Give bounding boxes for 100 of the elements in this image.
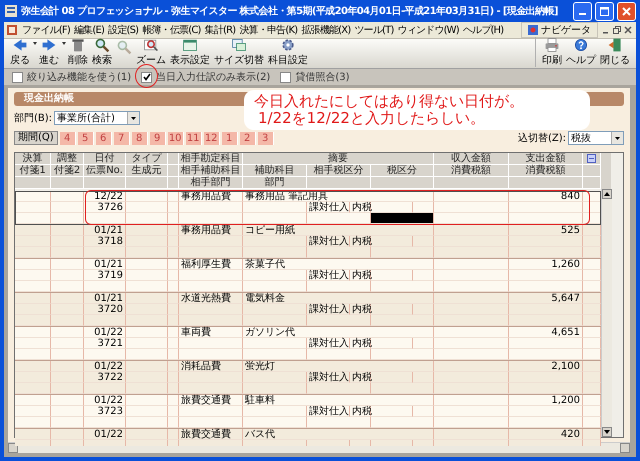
date-cell: 12/22 — [84, 191, 126, 202]
menu-item[interactable]: 拡張機能(X) — [299, 23, 352, 37]
field-label: 込切替(Z): — [518, 132, 566, 145]
journal-row[interactable]: 01/22 旅費交通費 駐車料 1,200 3723 課対仕入 内税 — [15, 395, 601, 429]
journal-row[interactable]: 01/22 消耗品費 蛍光灯 2,100 3722 課対仕入 内税 — [15, 361, 601, 395]
slip-number-cell: 3726 — [84, 202, 126, 213]
amount-cell: 1,260 — [509, 259, 583, 270]
column-header: 付箋2 — [51, 165, 84, 177]
column-header: 消費税額 — [509, 165, 583, 177]
column-header: 決算 — [15, 153, 51, 165]
description-cell: 蛍光灯 — [243, 361, 434, 372]
menu-item[interactable]: 決算・申告(K) — [237, 23, 300, 37]
column-header: 相手税区分 — [307, 165, 371, 177]
column-header: タイプ — [126, 153, 168, 165]
date-cell: 01/22 — [84, 327, 126, 338]
amount-cell: 2,100 — [509, 361, 583, 372]
account-cell: 事務用品費 — [179, 225, 243, 236]
amount-cell: 525 — [509, 225, 583, 236]
menu-item[interactable]: 集計(R) — [202, 23, 238, 37]
toolbar-button[interactable]: 削除 — [66, 37, 90, 67]
date-cell: 01/22 — [84, 361, 126, 372]
period-button[interactable]: 期間(Q) — [14, 131, 58, 145]
column-header: 補助科目 — [243, 165, 307, 177]
navigator-button[interactable]: ナビゲータ — [521, 22, 598, 38]
toolbar-button[interactable]: 印刷 — [540, 37, 564, 67]
date-cell: 01/21 — [84, 225, 126, 236]
tax-class-cell: 課対仕入 — [307, 372, 350, 383]
menu-item[interactable]: ツール(T) — [352, 23, 396, 37]
amount-cell: 1,200 — [509, 395, 583, 406]
slip-number-cell: 3718 — [84, 236, 126, 247]
tax-mode-select[interactable]: 税抜 — [568, 131, 624, 145]
column-header: 相手補助科目 — [179, 165, 243, 177]
date-cell: 01/21 — [84, 293, 126, 304]
toolbar-button[interactable]: サイズ切替 — [212, 37, 266, 67]
amount-cell: 420 — [509, 429, 583, 440]
tax-type-cell: 内税 — [350, 406, 371, 417]
slip-number-cell: 3723 — [84, 406, 126, 417]
tax-class-cell: 課対仕入 — [307, 304, 350, 315]
toolbar-button[interactable]: ヘルプ — [564, 37, 598, 67]
description-cell: コピー用紙 — [243, 225, 434, 236]
column-header: 付箋1 — [15, 165, 51, 177]
menu-item[interactable]: ファイル(F) — [20, 23, 72, 37]
description-cell: 茶菓子代 — [243, 259, 434, 270]
tax-type-cell: 内税 — [350, 270, 371, 281]
toolbar-button[interactable]: 閉じる — [598, 37, 632, 67]
journal-row[interactable]: 01/21 事務用品費 コピー用紙 525 3718 課対仕入 内税 — [15, 225, 601, 259]
column-header: 生成元 — [126, 165, 168, 177]
tax-type-cell: 内税 — [350, 338, 371, 349]
menu-item[interactable]: ウィンドウ(W) — [396, 23, 461, 37]
description-cell: ガソリン代 — [243, 327, 434, 338]
account-cell: 車両費 — [179, 327, 243, 338]
slip-number-cell: 3719 — [84, 270, 126, 281]
journal-row[interactable]: 01/22 旅費交通費 バス代 420 — [15, 429, 601, 446]
tax-type-cell: 内税 — [350, 236, 371, 247]
toolbar-button[interactable]: 戻る — [8, 37, 37, 67]
toolbar-button[interactable]: 検索 — [90, 37, 114, 67]
date-cell: 01/22 — [84, 395, 126, 406]
journal-row[interactable]: 01/21 福利厚生費 茶菓子代 1,260 3719 課対仕入 内税 — [15, 259, 601, 293]
column-header: 調整 — [51, 153, 84, 165]
tax-type-cell: 内税 — [350, 304, 371, 315]
description-cell: バス代 — [243, 429, 434, 440]
tax-type-cell: 内税 — [350, 372, 371, 383]
department-select[interactable]: 事業所(合計) — [54, 111, 140, 125]
column-header: 収入金額 — [434, 153, 509, 165]
column-header: 支出金額 — [509, 153, 583, 165]
account-cell: 水道光熱費 — [179, 293, 243, 304]
journal-row[interactable]: 01/22 車両費 ガソリン代 4,651 3721 課対仕入 内税 — [15, 327, 601, 361]
column-header: 相手勘定科目 — [179, 153, 243, 165]
account-cell: 旅費交通費 — [179, 395, 243, 406]
checkbox-label[interactable]: 貸借照合(3) — [295, 70, 350, 84]
slip-number-cell: 3721 — [84, 338, 126, 349]
column-header: 日付 — [84, 153, 126, 165]
annotation-callout: 今日入れたにしてはあり得ない日付が。 1/22を12/22と入力したらしい。 — [244, 90, 590, 130]
column-header: 部門 — [243, 177, 307, 189]
slip-number-cell: 3722 — [84, 372, 126, 383]
account-cell: 旅費交通費 — [179, 429, 243, 440]
toolbar-button[interactable]: 表示設定 — [168, 37, 212, 67]
toolbar-button[interactable]: 進む — [37, 37, 66, 67]
menu-item[interactable]: 編集(E) — [72, 23, 106, 37]
date-cell: 01/21 — [84, 259, 126, 270]
description-cell: 駐車料 — [243, 395, 434, 406]
column-header: 税区分 — [371, 165, 434, 177]
column-header: 消費税額 — [434, 165, 509, 177]
toolbar-button[interactable]: ズーム — [134, 37, 168, 67]
column-header: 相手部門 — [179, 177, 243, 189]
date-cell: 01/22 — [84, 429, 126, 440]
amount-cell: 840 — [509, 191, 583, 202]
journal-row[interactable]: 01/21 水道光熱費 電気料金 5,647 3720 課対仕入 内税 — [15, 293, 601, 327]
menu-item[interactable]: 設定(S) — [106, 23, 140, 37]
column-header: 摘要 — [243, 153, 434, 165]
window-title: 弥生会計 08 プロフェッショナル - 弥生マイスター 株式会社・第5期(平成20年04月01日-平成21年03月31日) - [現金出納帳] — [21, 4, 559, 18]
field-label: 部門(B): — [14, 112, 52, 125]
toolbar-button[interactable]: 科目設定 — [266, 37, 310, 67]
account-cell: 福利厚生費 — [179, 259, 243, 270]
tax-class-cell: 課対仕入 — [307, 270, 350, 281]
checkbox-label[interactable]: 絞り込み機能を使う(1) — [27, 70, 132, 84]
menu-item[interactable]: ヘルプ(H) — [460, 23, 506, 37]
amount-cell: 4,651 — [509, 327, 583, 338]
menu-item[interactable]: 帳簿・伝票(C) — [140, 23, 203, 37]
column-header: 伝票No. — [84, 165, 126, 177]
